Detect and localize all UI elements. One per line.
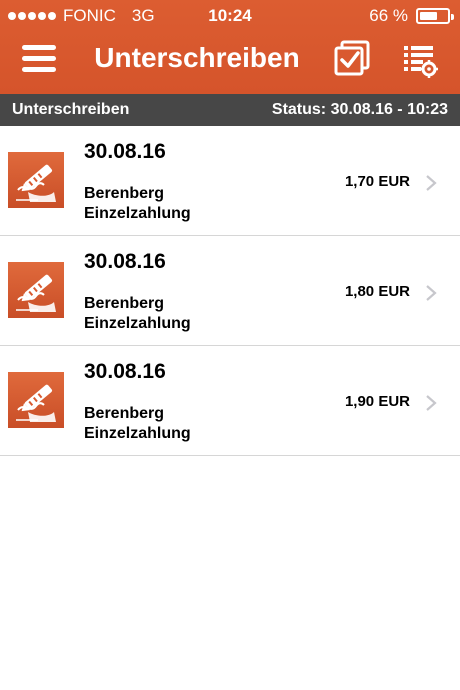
item-recipient: Berenberg	[84, 295, 165, 312]
list-settings-icon[interactable]	[402, 42, 438, 78]
list-item[interactable]: 30.08.16 Berenberg Einzelzahlung 1,70 EU…	[0, 126, 460, 236]
signing-list: 30.08.16 Berenberg Einzelzahlung 1,70 EU…	[0, 126, 460, 456]
battery-level	[420, 12, 438, 20]
chevron-right-icon	[424, 394, 438, 412]
checkbox-icon[interactable]	[334, 40, 372, 78]
item-amount: 1,80 EUR	[344, 283, 410, 300]
item-type: Einzelzahlung	[84, 315, 191, 332]
signature-pen-icon	[8, 372, 64, 428]
item-recipient: Berenberg	[84, 185, 165, 202]
item-amount: 1,90 EUR	[344, 393, 410, 410]
status-bar: FONIC 3G 10:24 66 %	[0, 0, 460, 32]
navigation-bar: Unterschreiben	[0, 32, 460, 94]
top-bar: FONIC 3G 10:24 66 % Unterschreiben	[0, 0, 460, 94]
chevron-right-icon	[424, 174, 438, 192]
list-item[interactable]: 30.08.16 Berenberg Einzelzahlung 1,90 EU…	[0, 346, 460, 456]
section-header: Unterschreiben Status: 30.08.16 - 10:23	[0, 94, 460, 126]
battery-icon	[416, 8, 454, 24]
item-type: Einzelzahlung	[84, 425, 191, 442]
item-recipient: Berenberg	[84, 405, 165, 422]
signature-pen-icon	[8, 262, 64, 318]
item-amount: 1,70 EUR	[344, 173, 410, 190]
battery-percent: 66 %	[369, 6, 408, 25]
item-date: 30.08.16	[84, 360, 166, 383]
sync-status: Status: 30.08.16 - 10:23	[271, 101, 448, 118]
chevron-right-icon	[424, 284, 438, 302]
item-date: 30.08.16	[84, 250, 166, 273]
list-item[interactable]: 30.08.16 Berenberg Einzelzahlung 1,80 EU…	[0, 236, 460, 346]
status-bar-right: 66 %	[369, 6, 454, 26]
item-type: Einzelzahlung	[84, 205, 191, 222]
section-title: Unterschreiben	[12, 101, 130, 118]
signature-pen-icon	[8, 152, 64, 208]
item-date: 30.08.16	[84, 140, 166, 163]
